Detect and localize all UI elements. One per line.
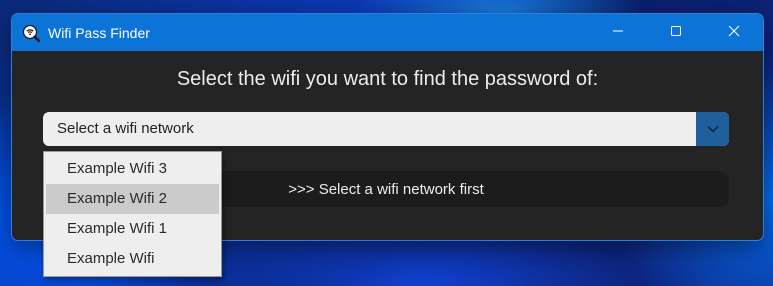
desktop-wallpaper: Wifi Pass Finder Select the wifi you wan… xyxy=(0,0,773,286)
dropdown-option-hovered[interactable]: Example Wifi 2 xyxy=(46,184,219,214)
maximize-button[interactable] xyxy=(647,14,705,51)
dropdown-option[interactable]: Example Wifi 3 xyxy=(44,154,221,184)
chevron-down-icon xyxy=(706,120,719,138)
wifi-select-value: Select a wifi network xyxy=(57,120,194,137)
window-title: Wifi Pass Finder xyxy=(48,24,150,41)
page-heading: Select the wifi you want to find the pas… xyxy=(176,68,599,90)
maximize-icon xyxy=(670,24,682,42)
wifi-search-icon xyxy=(22,24,40,42)
close-button[interactable] xyxy=(705,14,763,51)
title-bar[interactable]: Wifi Pass Finder xyxy=(12,14,763,51)
wifi-dropdown-list: Example Wifi 3 Example Wifi 2 Example Wi… xyxy=(43,151,222,277)
dropdown-toggle[interactable] xyxy=(696,112,729,146)
minimize-button[interactable] xyxy=(589,14,647,51)
dropdown-option[interactable]: Example Wifi xyxy=(44,244,221,274)
wifi-network-select[interactable]: Select a wifi network xyxy=(43,112,729,146)
minimize-icon xyxy=(612,24,624,42)
close-icon xyxy=(728,24,740,42)
dropdown-option[interactable]: Example Wifi 1 xyxy=(44,214,221,244)
